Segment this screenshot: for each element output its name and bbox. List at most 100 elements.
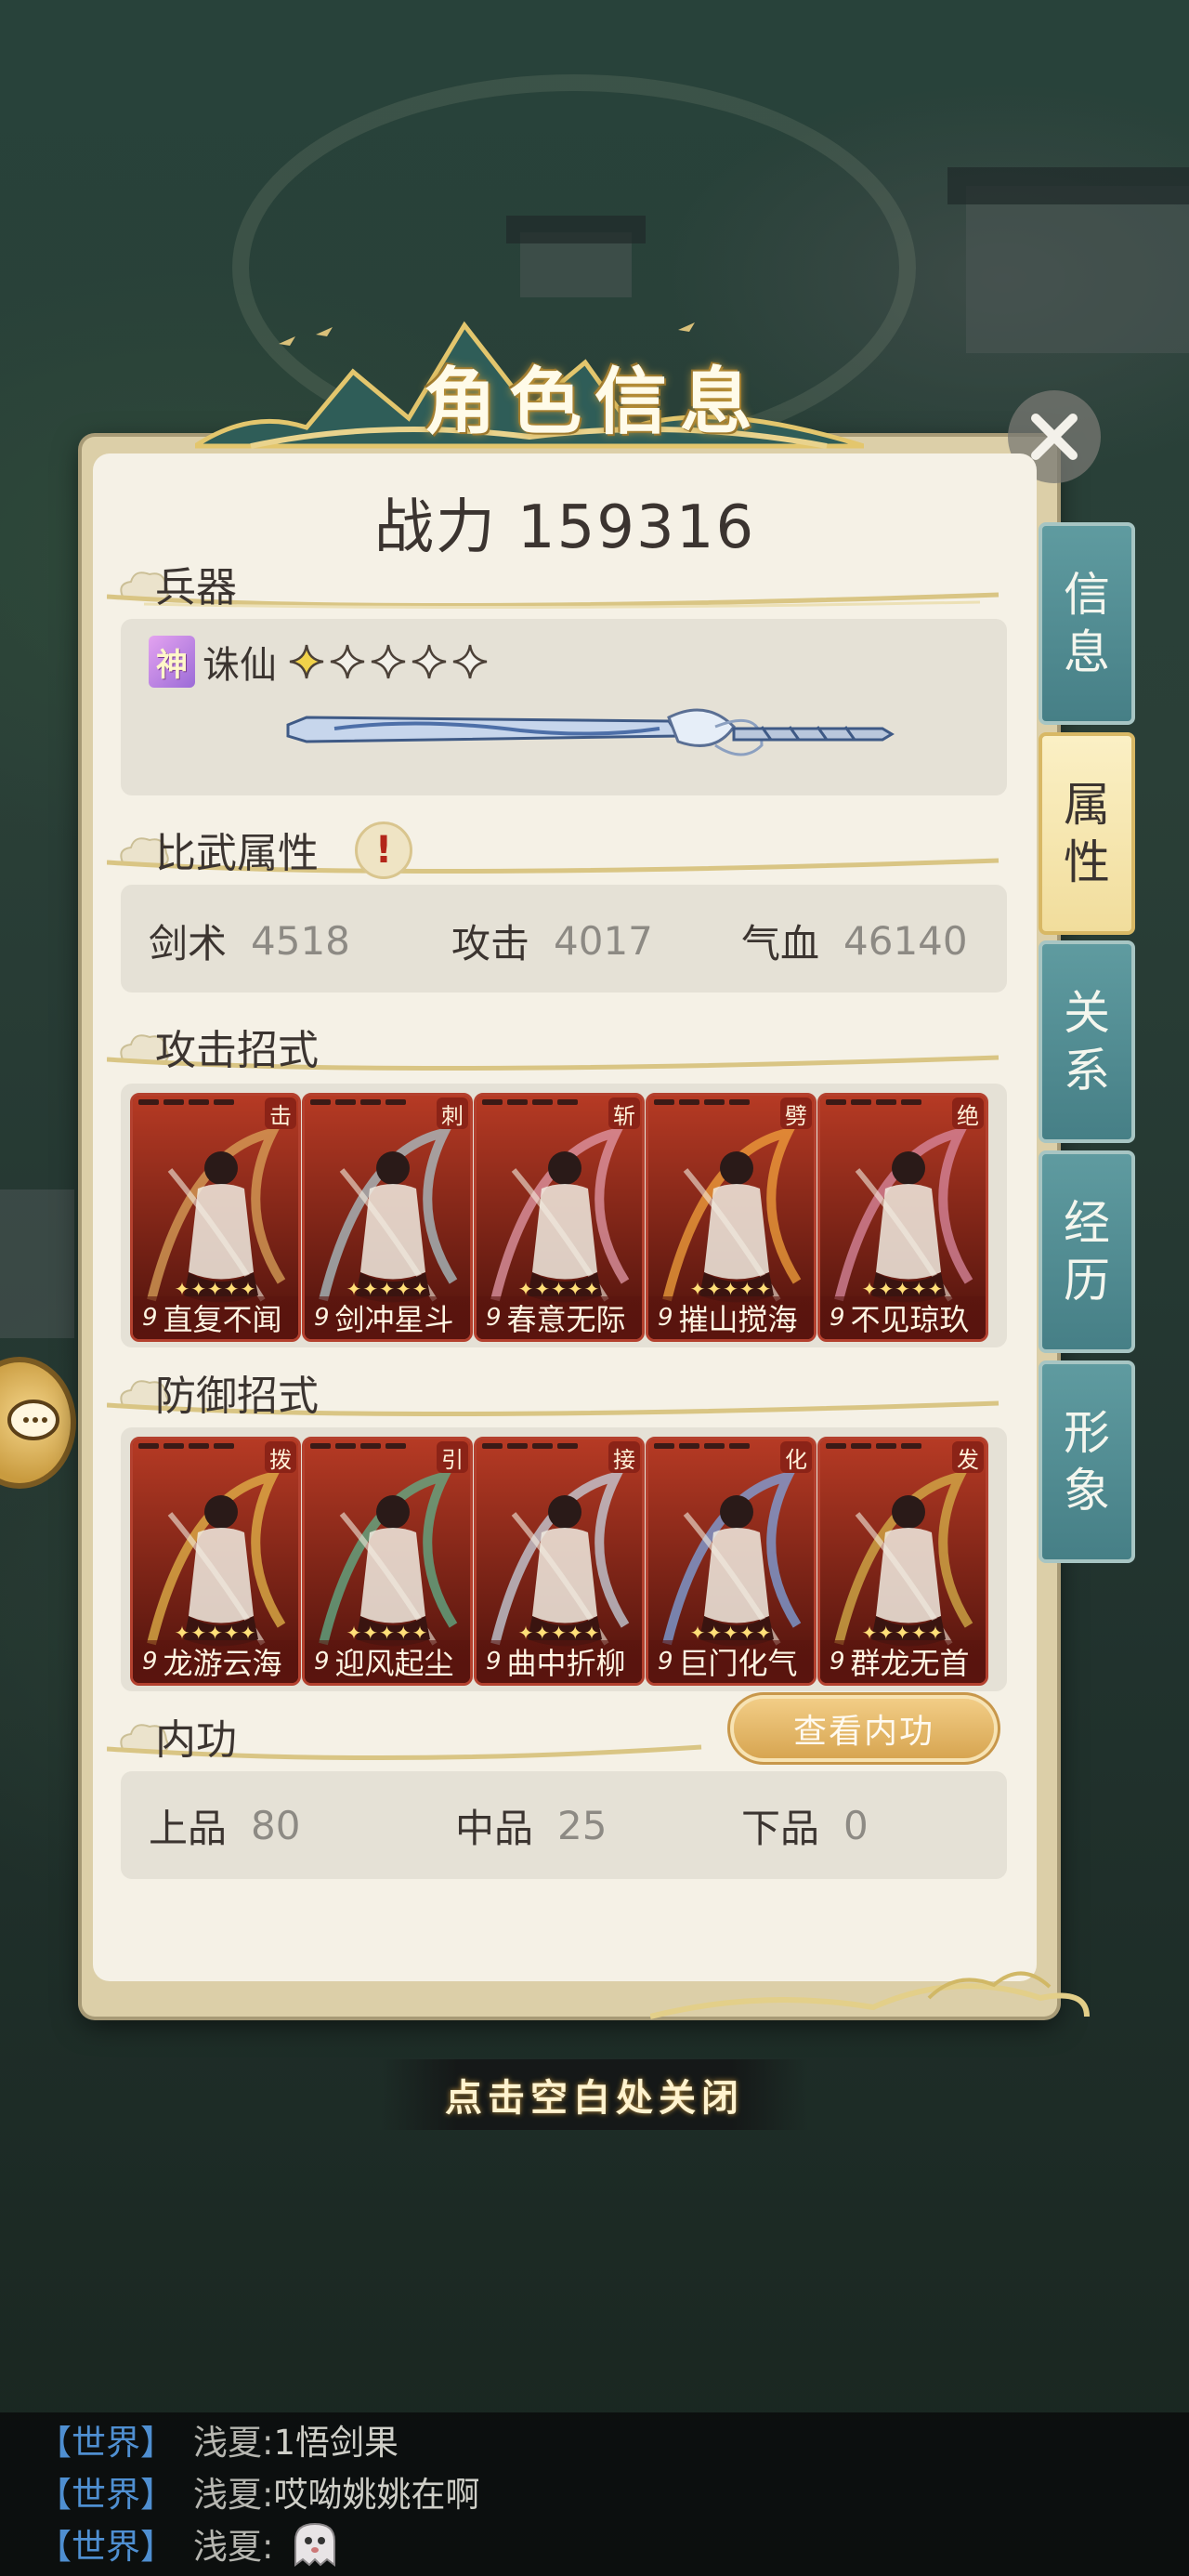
tab-label: 性 [1064,835,1110,889]
combat-power: 战力 159316 [93,480,1037,565]
bottom-cloud-ornament [650,1971,1090,2019]
star-empty-icon [412,644,447,679]
skill-name-bar: 9 曲中折柳 [477,1640,642,1683]
skill-name-bar: 9 迎风起尘 [305,1640,470,1683]
stat-label: 气血 [741,920,820,966]
skill-type-tag: 绝 [952,1097,984,1129]
stat-label: 剑术 [149,920,228,966]
tab-label: 象 [1064,1464,1110,1518]
skill-card[interactable]: 刺 ✦✦✦✦✦ 9 剑冲星斗 [302,1093,473,1342]
skill-name: 迎风起尘 [334,1646,454,1681]
skill-level: 9 [486,1648,502,1676]
skill-type-tag: 击 [265,1097,296,1129]
section-weapon-header: 兵器 [107,556,1000,611]
skill-card[interactable]: 拨 ✦✦✦✦✦ 9 龙游云海 [130,1437,301,1686]
ghost-emoji-icon [286,2520,344,2567]
skill-bars [138,1099,234,1105]
skill-bars [826,1099,921,1105]
skill-type-tag: 化 [780,1441,812,1473]
tab-relations[interactable]: 关系 [1039,940,1135,1143]
tab-history[interactable]: 经历 [1039,1150,1135,1353]
skill-bars [654,1443,750,1449]
stat-value: 46140 [843,917,968,964]
skill-card[interactable]: 接 ✦✦✦✦✦ 9 曲中折柳 [474,1437,645,1686]
skill-name-bar: 9 群龙无首 [820,1640,986,1683]
skill-level: 9 [314,1304,330,1332]
skill-type-tag: 斩 [608,1097,640,1129]
stat-value: 4017 [554,917,653,964]
skill-name: 直复不闻 [163,1302,282,1337]
star-empty-icon [371,644,406,679]
chat-text: 1悟剑果 [273,2423,399,2463]
tap-to-close-hint[interactable]: 点击空白处关闭 [381,2059,808,2130]
weapon-info-row: 神 诛仙 [149,634,490,690]
tab-appearance[interactable]: 形象 [1039,1360,1135,1563]
scene-structure [0,1189,74,1338]
chat-channel: 【世界】 [37,2527,175,2567]
section-defense-title: 防御招式 [155,1373,319,1420]
header-swoosh [107,592,1000,610]
view-inner-power-button[interactable]: 查看内功 [734,1699,994,1758]
world-chat[interactable]: 【世界】 浅夏: 1悟剑果 【世界】 浅夏: 哎呦姚姚在啊 【世界】 浅夏: [0,2412,1189,2576]
skill-bars [654,1099,750,1105]
section-pvp-header: 比武属性 [107,821,1000,877]
skill-bars [482,1099,578,1105]
chat-sender: 浅夏: [193,2423,274,2463]
skill-name: 剑冲星斗 [334,1302,454,1337]
skill-name-bar: 9 龙游云海 [133,1640,298,1683]
tab-label: 系 [1064,1044,1110,1097]
weapon-star-rating [286,641,490,682]
skill-card[interactable]: 发 ✦✦✦✦✦ 9 群龙无首 [817,1437,988,1686]
scene-hut-roof [506,216,646,243]
skill-card[interactable]: 化 ✦✦✦✦✦ 9 巨门化气 [646,1437,817,1686]
skill-bars [310,1099,406,1105]
tab-attributes[interactable]: 属性 [1039,732,1135,935]
skill-type-tag: 劈 [780,1097,812,1129]
stat-value: 4518 [251,917,350,964]
star-empty-icon [452,644,488,679]
skill-level: 9 [486,1304,502,1332]
chat-message[interactable]: 【世界】 浅夏: 哎呦姚姚在啊 [37,2468,479,2515]
skill-card[interactable]: 绝 ✦✦✦✦✦ 9 不见琼玖 [817,1093,988,1342]
skill-name: 曲中折柳 [506,1646,626,1681]
tab-label: 信 [1064,568,1110,622]
sword-image [286,708,895,756]
side-chat-bubble-button[interactable] [0,1357,76,1489]
chat-text: 哎呦姚姚在啊 [273,2475,480,2515]
skill-name-bar: 9 直复不闻 [133,1296,298,1339]
pvp-alert-icon[interactable]: ! [355,821,412,879]
skill-name-bar: 9 巨门化气 [648,1640,814,1683]
close-icon [1031,414,1078,460]
skill-type-tag: 拨 [265,1441,296,1473]
stat-hp: 气血 46140 [741,913,968,968]
skill-level: 9 [830,1648,845,1676]
skill-card[interactable]: 斩 ✦✦✦✦✦ 9 春意无际 [474,1093,645,1342]
stat-value: 80 [251,1802,301,1848]
tab-info[interactable]: 信息 [1039,522,1135,725]
stat-attack: 攻击 4017 [451,913,653,968]
chat-message[interactable]: 【世界】 浅夏: 1悟剑果 [37,2416,399,2463]
skill-bars [482,1443,578,1449]
weapon-name: 诛仙 [203,644,277,687]
skill-card[interactable]: 击 ✦✦✦✦✦ 9 直复不闻 [130,1093,301,1342]
skill-name: 群龙无首 [850,1646,970,1681]
skill-name: 摧山搅海 [678,1302,798,1337]
chat-message[interactable]: 【世界】 浅夏: [37,2520,344,2567]
scene-building [966,186,1189,353]
skill-level: 9 [658,1304,673,1332]
skill-level: 9 [658,1648,673,1676]
stat-value: 0 [843,1802,869,1848]
inner-power-middle: 中品 25 [455,1797,607,1853]
skill-level: 9 [142,1304,158,1332]
skill-name: 龙游云海 [163,1646,282,1681]
skill-card[interactable]: 劈 ✦✦✦✦✦ 9 摧山搅海 [646,1093,817,1342]
chat-bubble-icon [7,1400,59,1440]
skill-name-bar: 9 春意无际 [477,1296,642,1339]
skill-card[interactable]: 引 ✦✦✦✦✦ 9 迎风起尘 [302,1437,473,1686]
section-pvp-title: 比武属性 [155,830,319,877]
inner-power-lower: 下品 0 [741,1797,869,1853]
section-inner-power-title: 内功 [155,1716,237,1764]
skill-name-bar: 9 摧山搅海 [648,1296,814,1339]
section-weapon-title: 兵器 [155,564,237,611]
skill-type-tag: 刺 [437,1097,468,1129]
